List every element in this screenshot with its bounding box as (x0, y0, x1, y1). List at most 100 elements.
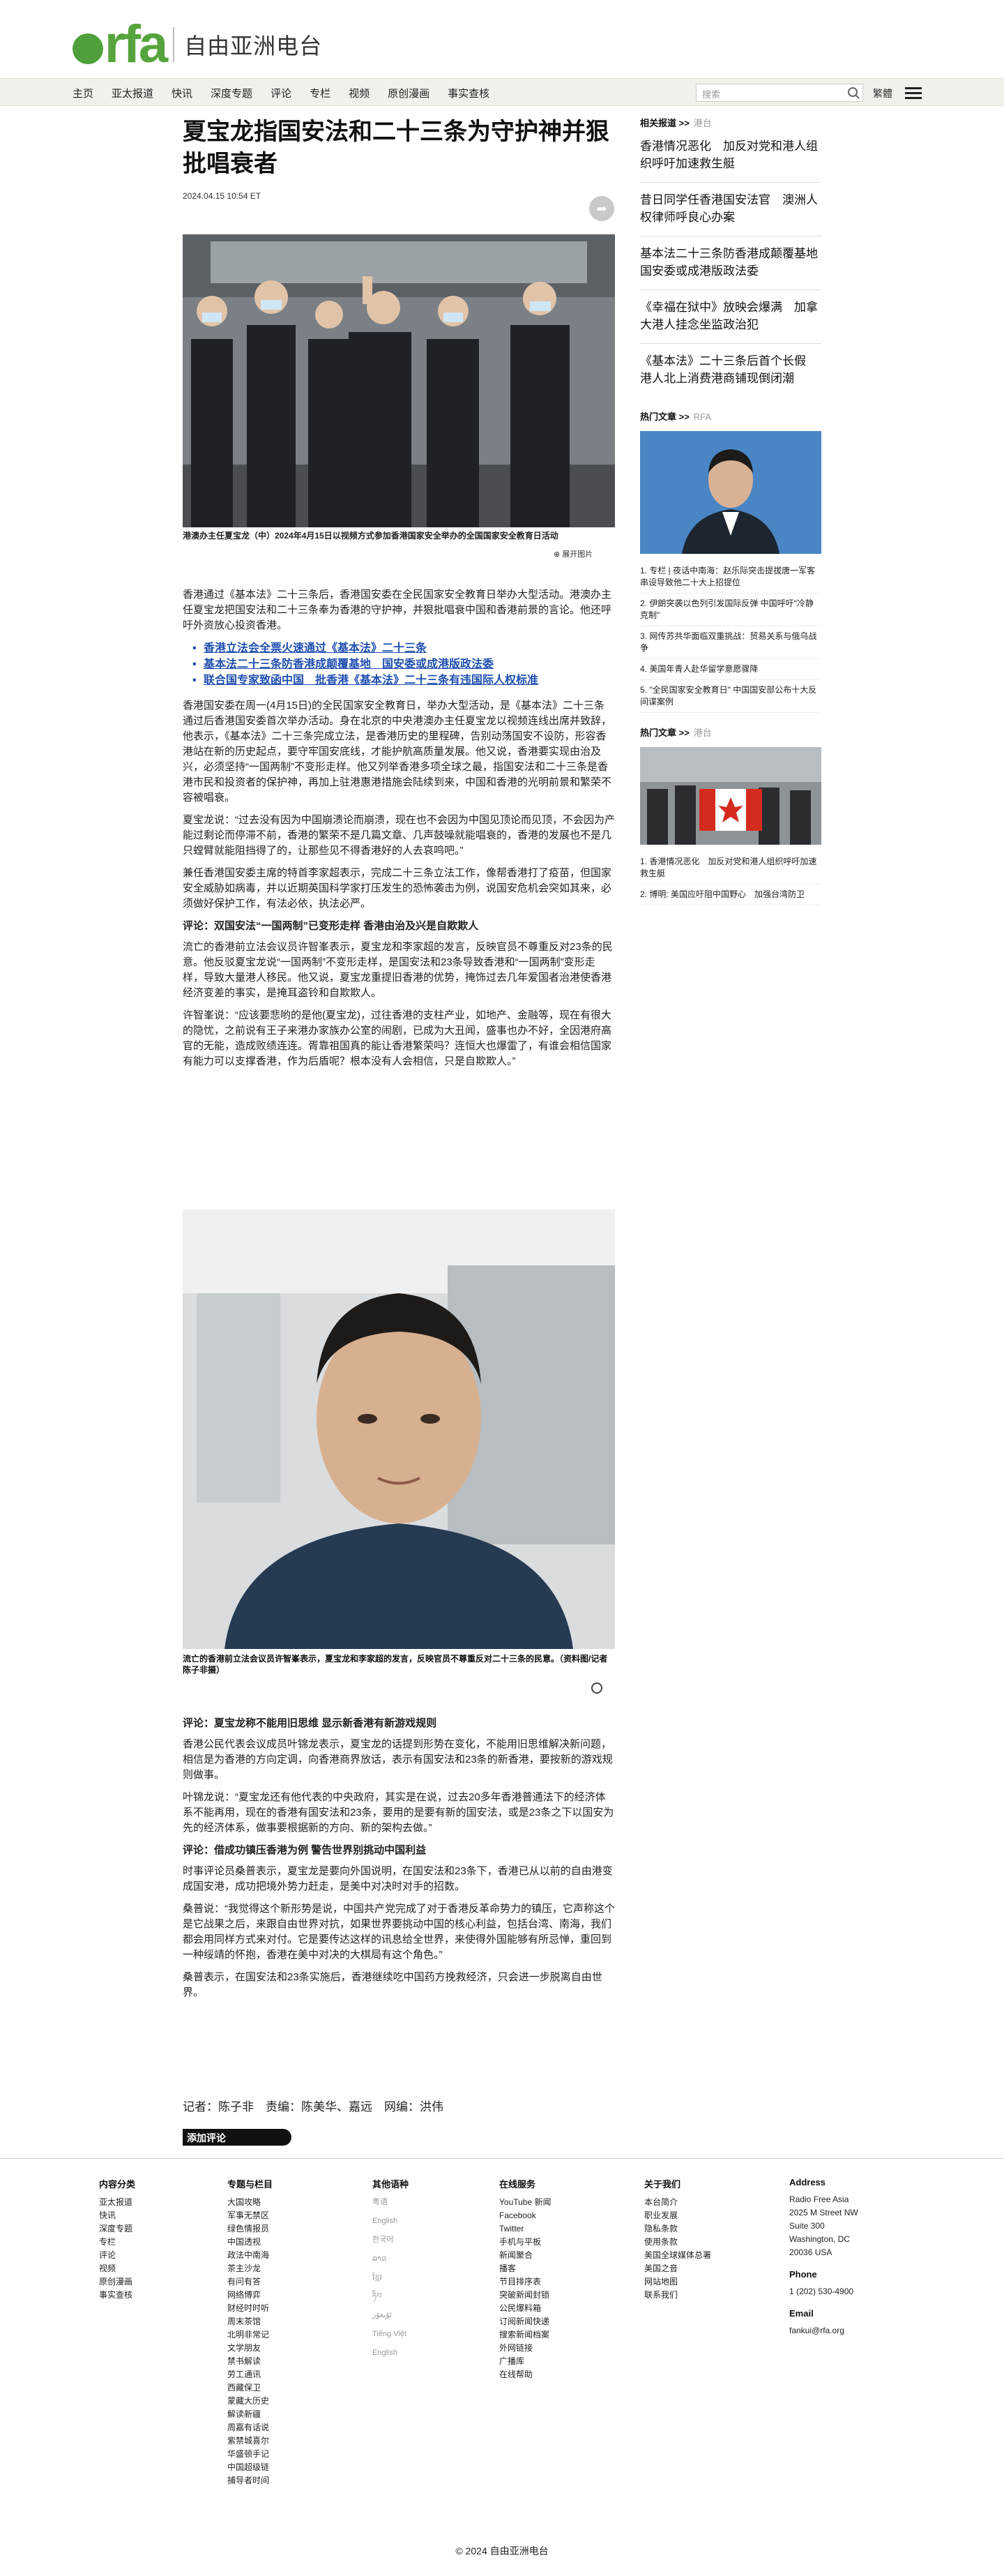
footer-link[interactable]: 网站地图 (644, 2275, 770, 2289)
footer-link[interactable]: 政法中南海 (227, 2249, 353, 2262)
nav-item-home[interactable]: 主页 (73, 86, 93, 100)
footer-link[interactable]: 网络博弈 (227, 2289, 353, 2302)
footer-language-link[interactable]: ཏིབ (372, 2290, 498, 2303)
hot-articles-heading[interactable]: 热门文章 >> RFA (640, 409, 821, 423)
footer-link[interactable]: 深度专题 (99, 2222, 225, 2236)
footer-link[interactable]: 大国攻略 (227, 2196, 353, 2209)
zoom-icon[interactable] (591, 1682, 602, 1694)
footer-link[interactable]: Twitter (499, 2222, 625, 2236)
hot-article-item[interactable]: 1. 专栏 | 夜话中南海：赵乐际突击提拔唐一军客串设导致他二十大上招提位 (640, 561, 821, 594)
footer-link[interactable]: 专栏 (99, 2236, 225, 2249)
footer-link[interactable]: 劳工通讯 (227, 2368, 353, 2381)
nav-item-news[interactable]: 快讯 (172, 86, 192, 100)
footer-link[interactable]: 捕导者时间 (227, 2474, 353, 2487)
sidebar-related-link[interactable]: 《幸福在狱中》放映会爆满 加拿大港人挂念坐监政治犯 (640, 290, 821, 344)
footer-link[interactable]: YouTube 新闻 (499, 2196, 625, 2209)
hot-articles-hk-heading[interactable]: 热门文章 >> 港台 (640, 725, 821, 739)
footer-link[interactable]: 使用条款 (644, 2236, 770, 2249)
footer-language-link[interactable]: English (372, 2347, 498, 2360)
add-comment-button[interactable]: 添加评论 (183, 2129, 291, 2146)
search-input[interactable]: 搜索 (696, 84, 863, 102)
footer-link[interactable]: 周末茶馆 (227, 2315, 353, 2328)
footer-link[interactable]: 亚太报道 (99, 2196, 225, 2209)
footer-link[interactable]: 原创漫画 (99, 2275, 225, 2289)
share-icon[interactable]: ➦ (589, 196, 614, 221)
nav-item-comment[interactable]: 评论 (271, 86, 291, 100)
footer-link[interactable]: 外网链接 (499, 2342, 625, 2355)
hot-article-photo[interactable] (640, 431, 821, 554)
hot-article-hk-photo[interactable] (640, 747, 821, 845)
footer-link[interactable]: 美国全球媒体总署 (644, 2249, 770, 2262)
article-photo-portrait[interactable] (183, 1210, 615, 1649)
footer-link[interactable]: 紫禁城喜尔 (227, 2434, 353, 2448)
hamburger-menu-icon[interactable] (905, 87, 922, 100)
nav-item-indepth[interactable]: 深度专题 (211, 86, 252, 100)
footer-language-link[interactable]: English (372, 2215, 498, 2228)
footer-link[interactable]: 职业发展 (644, 2209, 770, 2222)
hot-article-item[interactable]: 5. "全民国家安全教育日" 中国国安部公布十大反间谍案例 (640, 680, 821, 713)
hot-article-item[interactable]: 4. 美国年青人赴华留学意愿骤降 (640, 659, 821, 680)
footer-language-link[interactable]: ئۇيغۇر (372, 2309, 498, 2322)
hot-article-item[interactable]: 1. 香港情况恶化 加反对党和港人组织呼吁加速救生艇 (640, 852, 821, 884)
nav-item-column[interactable]: 专栏 (310, 86, 330, 100)
related-link[interactable]: 联合国专家致函中国 批香港《基本法》二十三条有违国际人权标准 (192, 672, 615, 688)
nav-item-factcheck[interactable]: 事实查核 (448, 86, 489, 100)
footer-language-link[interactable]: ລາວ (372, 2252, 498, 2266)
sidebar-related-link[interactable]: 基本法二十三条防香港成颠覆基地 国安委或成港版政法委 (640, 236, 830, 290)
nav-item-cartoon[interactable]: 原创漫画 (388, 86, 429, 100)
footer-link[interactable]: 解读新疆 (227, 2408, 353, 2421)
footer-link[interactable]: 绿色情报员 (227, 2222, 353, 2236)
footer-link[interactable]: 中国超级链 (227, 2461, 353, 2474)
footer-language-link[interactable]: 한국어 (372, 2234, 498, 2247)
footer-link[interactable]: 北明非常记 (227, 2328, 353, 2342)
search-icon[interactable] (848, 87, 858, 97)
sidebar-related-link[interactable]: 香港情况恶化 加反对党和港人组织呼吁加速救生艇 (640, 129, 821, 183)
sidebar-related-link[interactable]: 《基本法》二十三条后首个长假 港人北上消费港商铺现倒闭潮 (640, 344, 821, 397)
footer-link[interactable]: Facebook (499, 2209, 625, 2222)
footer-link[interactable]: 联系我们 (644, 2289, 770, 2302)
footer-link[interactable]: 本台简介 (644, 2196, 770, 2209)
phone-number[interactable]: 1 (202) 530-4900 (789, 2285, 915, 2298)
footer-link[interactable]: 禁书解读 (227, 2355, 353, 2368)
footer-link[interactable]: 美国之音 (644, 2262, 770, 2275)
footer-link[interactable]: 在线帮助 (499, 2368, 625, 2381)
related-link[interactable]: 基本法二十三条防香港成颠覆基地 国安委或成港版政法委 (192, 656, 615, 672)
hot-article-item[interactable]: 2. 博明: 美国应吁阻中国野心 加强台湾防卫 (640, 884, 821, 905)
footer-link[interactable]: 中国透视 (227, 2236, 353, 2249)
footer-link[interactable]: 文学朋友 (227, 2342, 353, 2355)
email-link[interactable]: fankui@rfa.org (789, 2324, 915, 2337)
footer-link[interactable]: 华盛顿手记 (227, 2448, 353, 2461)
related-reports-heading[interactable]: 相关报道 >> 港台 (640, 116, 821, 129)
footer-link[interactable]: 周嘉有话说 (227, 2421, 353, 2434)
footer-link[interactable]: 事实查核 (99, 2289, 225, 2302)
footer-link[interactable]: 新闻聚合 (499, 2249, 625, 2262)
footer-link[interactable]: 隐私条款 (644, 2222, 770, 2236)
footer-link[interactable]: 播客 (499, 2262, 625, 2275)
footer-language-link[interactable]: 粤语 (372, 2196, 498, 2209)
footer-link[interactable]: 评论 (99, 2249, 225, 2262)
footer-link[interactable]: 蒙藏大历史 (227, 2395, 353, 2408)
footer-link[interactable]: 茶主沙龙 (227, 2262, 353, 2275)
footer-link[interactable]: 视频 (99, 2262, 225, 2275)
footer-link[interactable]: 公民爆料箱 (499, 2302, 625, 2315)
expand-image-link[interactable]: ⊕ 展开图片 (554, 548, 593, 559)
sidebar-related-link[interactable]: 昔日同学任香港国安法官 澳洲人权律师呼良心办案 (640, 183, 821, 236)
related-link[interactable]: 香港立法会全票火速通过《基本法》二十三条 (192, 640, 615, 656)
footer-link[interactable]: 订阅新闻快递 (499, 2315, 625, 2328)
footer-link[interactable]: 节目排序表 (499, 2275, 625, 2289)
footer-link[interactable]: 手机与平板 (499, 2236, 625, 2249)
nav-item-video[interactable]: 视频 (349, 86, 370, 100)
footer-link[interactable]: 搜索新闻档案 (499, 2328, 625, 2342)
footer-link[interactable]: 军事无禁区 (227, 2209, 353, 2222)
footer-link[interactable]: 西藏保卫 (227, 2381, 353, 2395)
nav-item-asia[interactable]: 亚太报道 (112, 86, 153, 100)
footer-link[interactable]: 突破新闻封锁 (499, 2289, 625, 2302)
footer-language-link[interactable]: ខ្មែរ (372, 2271, 498, 2284)
traditional-chinese-toggle[interactable]: 繁體 (873, 86, 892, 100)
footer-link[interactable]: 有问有答 (227, 2275, 353, 2289)
hot-article-item[interactable]: 2. 伊朗突袭以色列引发国际反弹 中国呼吁"冷静克制" (640, 594, 821, 626)
footer-language-link[interactable]: Tiếng Việt (372, 2328, 498, 2341)
article-photo-officials[interactable] (183, 234, 615, 527)
footer-link[interactable]: 快讯 (99, 2209, 225, 2222)
hot-article-item[interactable]: 3. 网传苏共华面临双重挑战：贸易关系与俄乌战争 (640, 626, 821, 659)
